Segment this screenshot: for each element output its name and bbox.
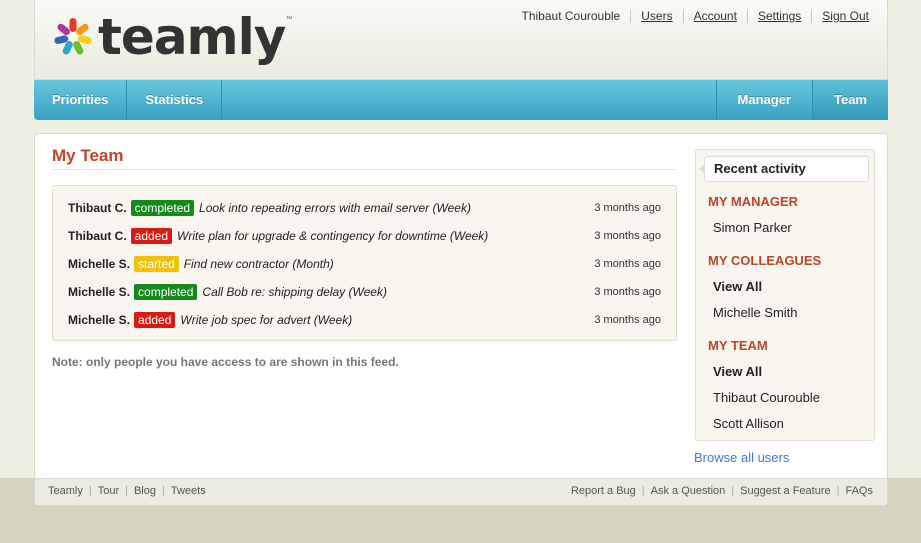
footer-tour-link[interactable]: Tour	[98, 485, 119, 497]
teamly-star-icon	[54, 18, 92, 55]
feed-task[interactable]: Write job spec for advert (Week)	[180, 313, 352, 327]
my-colleagues-heading: MY COLLEAGUES	[708, 253, 822, 268]
account-link[interactable]: Account	[682, 10, 747, 23]
footer-separator: |	[836, 485, 840, 497]
nav-statistics[interactable]: Statistics	[127, 80, 223, 120]
footer-report-bug-link[interactable]: Report a Bug	[571, 485, 636, 497]
colleague-link[interactable]: Michelle Smith	[713, 305, 798, 320]
my-manager-heading: MY MANAGER	[708, 194, 799, 209]
feed-row: Michelle S. started Find new contractor …	[53, 250, 676, 278]
footer-tweets-link[interactable]: Tweets	[171, 485, 206, 497]
footer-separator: |	[162, 485, 165, 497]
feed-time: 3 months ago	[594, 230, 661, 242]
app-shell: teamly ™ Thibaut Courouble Users Account…	[34, 0, 888, 120]
footer-left-links: Teamly | Tour | Blog | Tweets	[48, 485, 206, 497]
feed-time: 3 months ago	[594, 258, 661, 270]
footer-blog-link[interactable]: Blog	[134, 485, 156, 497]
footer-right-links: Report a Bug | Ask a Question | Suggest a …	[571, 485, 873, 497]
sidebar: Recent activity MY MANAGER Simon Parker …	[695, 149, 875, 441]
header: teamly ™ Thibaut Courouble Users Account…	[34, 0, 888, 80]
footer-separator: |	[641, 485, 645, 497]
logo-text: teamly	[98, 8, 286, 66]
feed-time: 3 months ago	[594, 314, 661, 326]
status-badge: completed	[134, 284, 198, 300]
sign-out-link[interactable]: Sign Out	[811, 10, 869, 23]
content-card: My Team Thibaut C. completed Look into r…	[34, 133, 888, 506]
feed-user[interactable]: Michelle S.	[68, 285, 130, 299]
users-link[interactable]: Users	[630, 10, 682, 23]
browse-all-users-link[interactable]: Browse all users	[694, 450, 789, 465]
settings-link[interactable]: Settings	[746, 10, 811, 23]
my-team-heading: MY TEAM	[708, 338, 768, 353]
feed-task[interactable]: Find new contractor (Month)	[184, 257, 334, 271]
main-nav-right: Manager Team	[715, 80, 888, 120]
nav-priorities[interactable]: Priorities	[34, 80, 128, 120]
current-user-name: Thibaut Courouble	[521, 9, 621, 23]
recent-activity-tab[interactable]: Recent activity	[699, 156, 869, 182]
feed-row: Michelle S. added Write job spec for adv…	[53, 306, 676, 334]
feed-row: Michelle S. completed Call Bob re: shipp…	[53, 278, 676, 306]
footer-suggest-feature-link[interactable]: Suggest a Feature	[740, 485, 831, 497]
title-divider	[52, 169, 676, 170]
nav-manager[interactable]: Manager	[715, 80, 812, 120]
feed-user[interactable]: Thibaut C.	[68, 201, 127, 215]
feed-task[interactable]: Write plan for upgrade & contingency for…	[177, 229, 488, 243]
feed-task[interactable]: Call Bob re: shipping delay (Week)	[202, 285, 387, 299]
logo[interactable]: teamly ™	[52, 12, 292, 62]
feed-row: Thibaut C. added Write plan for upgrade …	[53, 222, 676, 250]
trademark-symbol: ™	[285, 16, 293, 23]
footer-teamly-link[interactable]: Teamly	[48, 485, 83, 497]
feed-task[interactable]: Look into repeating errors with email se…	[199, 201, 471, 215]
feed-row: Thibaut C. completed Look into repeating…	[53, 194, 676, 222]
manager-link[interactable]: Simon Parker	[713, 220, 792, 235]
team-member-link[interactable]: Thibaut Courouble	[713, 390, 820, 405]
page-title: My Team	[52, 146, 124, 165]
feed-user[interactable]: Michelle S.	[68, 313, 130, 327]
feed-time: 3 months ago	[594, 202, 661, 214]
footer-ask-question-link[interactable]: Ask a Question	[651, 485, 726, 497]
feed-time: 3 months ago	[594, 286, 661, 298]
footer: Teamly | Tour | Blog | Tweets Report a Bug |…	[35, 478, 887, 505]
main-nav: Priorities Statistics Manager Team	[34, 80, 888, 120]
activity-feed: Thibaut C. completed Look into repeating…	[52, 185, 677, 341]
feed-note: Note: only people you have access to are…	[52, 355, 399, 369]
status-badge: added	[134, 312, 176, 328]
footer-separator: |	[125, 485, 128, 497]
colleagues-view-all-link[interactable]: View All	[713, 279, 762, 294]
feed-user[interactable]: Michelle S.	[68, 257, 130, 271]
user-nav: Thibaut Courouble Users Account Settings…	[512, 9, 869, 23]
status-badge: started	[134, 256, 179, 272]
team-member-link[interactable]: Scott Allison	[713, 416, 784, 431]
team-view-all-link[interactable]: View All	[713, 364, 762, 379]
status-badge: completed	[130, 200, 195, 216]
status-badge: added	[130, 228, 173, 244]
nav-team[interactable]: Team	[812, 80, 888, 120]
footer-separator: |	[731, 485, 735, 497]
feed-user[interactable]: Thibaut C.	[68, 229, 127, 243]
footer-faqs-link[interactable]: FAQs	[845, 485, 873, 497]
footer-separator: |	[88, 485, 92, 497]
